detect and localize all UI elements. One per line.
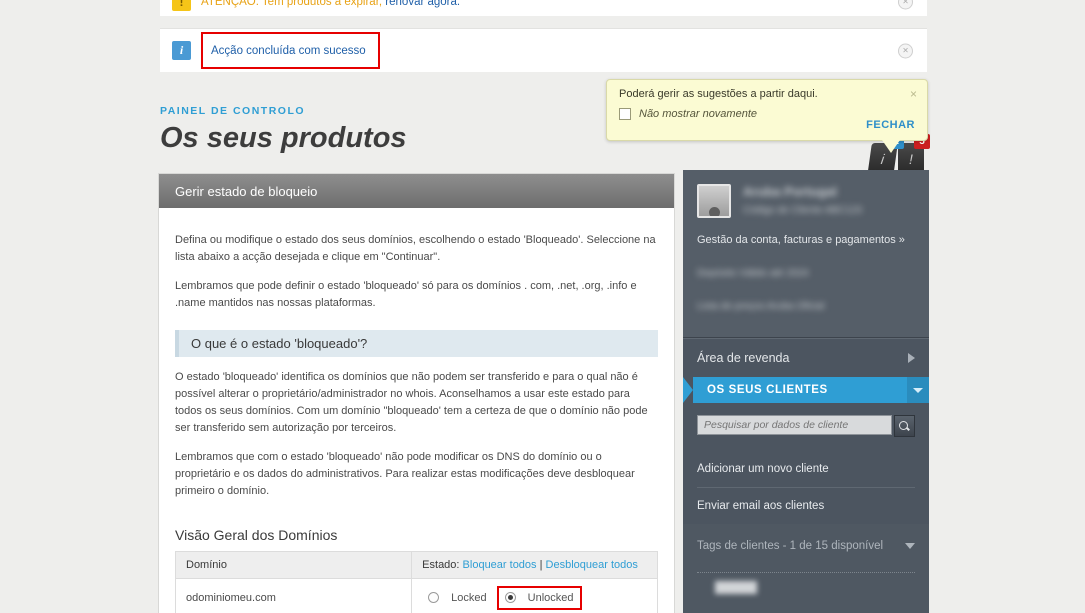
sidebar-item-email-clients[interactable]: Enviar email aos clientes — [683, 488, 929, 524]
account-identity: Aruba Portugal Código de Cliente ABC123 — [743, 184, 862, 216]
success-notice-text: Acção concluída com sucesso — [211, 45, 366, 57]
warning-notice-text: ATENÇÃO: Tem produtos a expirar, renovar… — [201, 0, 460, 8]
account-meta-deposit: Depósito Válido até 2024 — [697, 268, 809, 279]
state-prefix-label: Estado: — [422, 558, 460, 571]
tooltip-title: Poderá gerir as sugestões a partir daqui… — [619, 88, 818, 100]
sidebar-item-add-client[interactable]: Adicionar um novo cliente — [683, 451, 929, 487]
account-code: Código de Cliente ABC123 — [743, 205, 862, 216]
tags-chevron-down-icon[interactable] — [905, 543, 915, 549]
panel-paragraph-1: Defina ou modifique o estado dos seus do… — [175, 234, 656, 264]
chevron-down-icon — [913, 387, 923, 393]
panel-paragraph-3: O estado 'bloqueado' identifica os domín… — [175, 371, 648, 435]
table-header-row: Domínio Estado: Bloquear todos | Desbloq… — [174, 550, 658, 579]
clients-header-label: OS SEUS CLIENTES — [707, 384, 828, 396]
column-header-domain: Domínio — [174, 550, 413, 579]
warning-text-prefix: ATENÇÃO: Tem produtos a expirar, — [201, 0, 383, 8]
alert-tab-glyph: ! — [909, 151, 913, 167]
tooltip-close-link[interactable]: FECHAR — [866, 119, 915, 131]
panel-paragraph-2: Lembramos que pode definir o estado 'blo… — [175, 280, 637, 310]
panel-paragraph-4: Lembramos que com o estado 'bloqueado' n… — [175, 451, 635, 498]
info-icon: i — [172, 41, 191, 60]
domain-state-cell: Locked Unlocked — [411, 577, 658, 613]
link-separator: | — [539, 558, 543, 571]
domain-name-cell: odominiomeu.com — [174, 577, 413, 613]
tooltip-close-icon[interactable]: × — [910, 87, 917, 101]
panel-header: Gerir estado de bloqueio — [159, 174, 674, 208]
reseller-area-label: Área de revenda — [697, 351, 790, 365]
unlocked-option-annotated[interactable]: Unlocked — [496, 585, 582, 610]
search-icon — [899, 420, 910, 432]
tags-label: Tags de clientes - 1 de 15 disponível — [697, 540, 884, 552]
warning-icon: ! — [172, 0, 191, 11]
unlocked-radio[interactable] — [504, 592, 516, 604]
client-tag-chip[interactable] — [715, 581, 757, 594]
state-radio-group: Locked Unlocked — [422, 585, 647, 610]
client-tags-block: Tags de clientes - 1 de 15 disponível — [683, 524, 929, 613]
warning-notice-bar: ! ATENÇÃO: Tem produtos a expirar, renov… — [160, 0, 927, 16]
page-root: ! ATENÇÃO: Tem produtos a expirar, renov… — [0, 0, 1085, 613]
locked-label: Locked — [451, 591, 487, 604]
avatar — [697, 184, 731, 218]
sidebar-item-reseller-area[interactable]: Área de revenda — [683, 338, 929, 377]
suggestions-tooltip: Poderá gerir as sugestões a partir daqui… — [606, 79, 928, 141]
dont-show-again-label: Não mostrar novamente — [639, 108, 757, 120]
search-input[interactable] — [697, 415, 892, 435]
dont-show-again-checkbox[interactable] — [619, 108, 631, 120]
search-button[interactable] — [894, 415, 915, 437]
success-notice-bar: i Acção concluída com sucesso × — [160, 28, 927, 72]
warning-close-icon[interactable]: × — [898, 0, 913, 9]
unlock-all-link[interactable]: Desbloquear todos — [546, 559, 638, 571]
header-notch — [683, 377, 693, 403]
locked-radio[interactable] — [428, 592, 440, 604]
domains-table-body: odominiomeu.com Locked Unlocked — [174, 577, 658, 613]
avatar-person-icon — [708, 207, 720, 216]
account-meta-pricelist: Lista de preços Aruba Oficial — [697, 301, 825, 312]
client-search-row — [683, 403, 929, 451]
lock-all-link[interactable]: Bloquear todos — [463, 559, 537, 571]
chevron-right-icon — [908, 353, 915, 363]
domains-section-title: Visão Geral dos Domínios — [175, 526, 338, 543]
info-tab-glyph: i — [879, 151, 886, 167]
success-message-annotation: Acção concluída com sucesso — [201, 32, 380, 69]
tags-row[interactable]: Tags de clientes - 1 de 15 disponível — [697, 540, 915, 552]
account-management-link[interactable]: Gestão da conta, facturas e pagamentos » — [697, 234, 915, 246]
panel-body: Defina ou modifique o estado dos seus do… — [159, 208, 674, 613]
account-block: Aruba Portugal Código de Cliente ABC123 … — [683, 170, 929, 338]
tags-divider — [697, 572, 915, 573]
locked-option[interactable]: Locked — [422, 588, 492, 608]
account-header: Aruba Portugal Código de Cliente ABC123 — [697, 184, 915, 218]
right-sidebar: Aruba Portugal Código de Cliente ABC123 … — [683, 170, 929, 613]
clients-section-header: OS SEUS CLIENTES — [683, 377, 929, 403]
page-title: Os seus produtos — [160, 122, 407, 154]
table-row: odominiomeu.com Locked Unlocked — [174, 577, 658, 613]
panel-subheading: O que é o estado 'bloqueado'? — [175, 330, 658, 358]
domains-table: Domínio Estado: Bloquear todos | Desbloq… — [174, 550, 658, 613]
renew-now-link[interactable]: renovar agora. — [385, 0, 460, 8]
column-header-state: Estado: Bloquear todos | Desbloquear tod… — [411, 550, 658, 579]
success-close-icon[interactable]: × — [898, 43, 913, 58]
unlocked-label: Unlocked — [527, 591, 574, 604]
tooltip-pointer — [882, 140, 900, 153]
lock-state-panel: Gerir estado de bloqueio Defina ou modif… — [158, 173, 675, 613]
clients-collapse-toggle[interactable] — [907, 377, 929, 403]
breadcrumb[interactable]: PAINEL DE CONTROLO — [160, 105, 305, 117]
account-name: Aruba Portugal — [743, 184, 837, 199]
